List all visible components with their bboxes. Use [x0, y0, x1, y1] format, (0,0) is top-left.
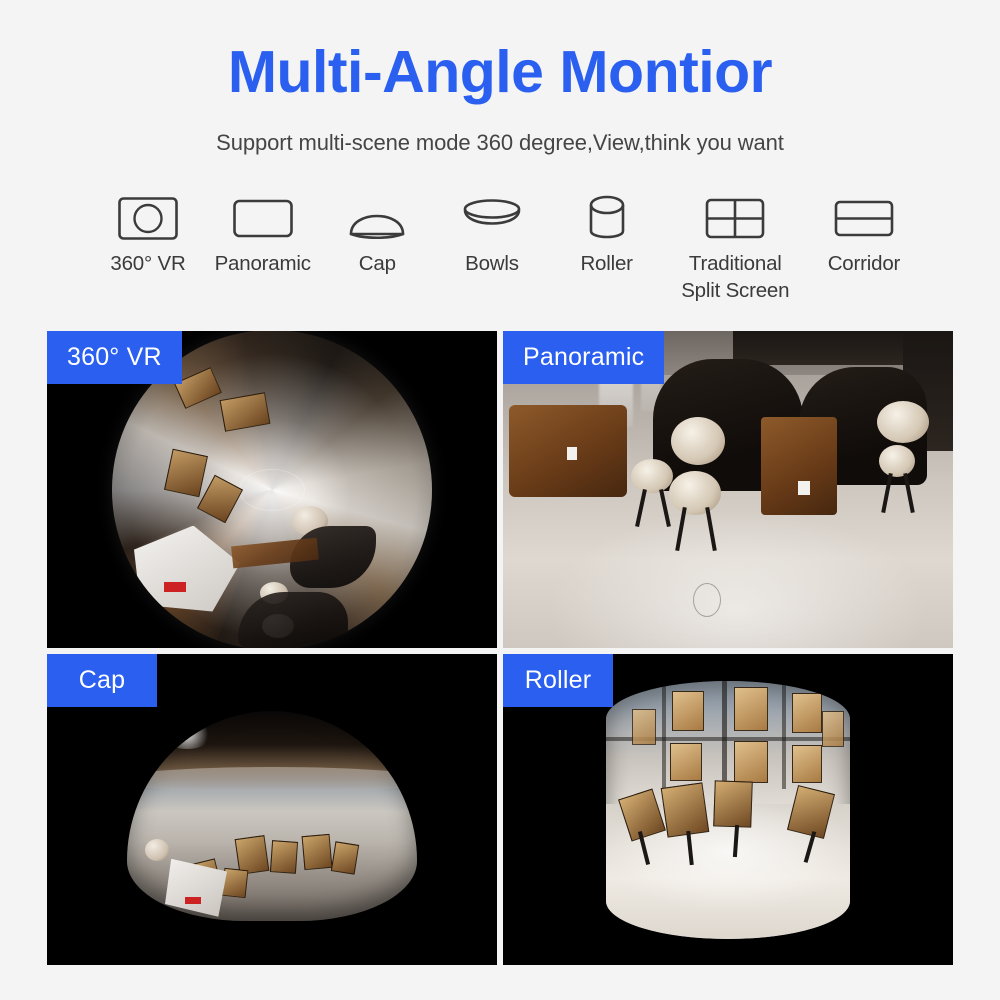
preview-panel-360-vr[interactable]: 360° VR	[47, 331, 497, 648]
mode-label: Corridor	[827, 252, 901, 275]
roller-tile	[734, 686, 768, 731]
roller-chair	[660, 781, 710, 838]
roller-tile	[792, 692, 822, 733]
fisheye-center-ring	[239, 468, 305, 511]
preview-panel-panoramic[interactable]: Panoramic	[503, 331, 953, 648]
mode-item-bowls[interactable]: Bowls	[440, 192, 544, 277]
roller-tile	[822, 710, 844, 747]
preview-panel-grid: 360° VR Panoramic Cap Roller	[47, 331, 953, 965]
panel-badge: Panoramic	[503, 331, 665, 384]
cap-counter	[165, 858, 227, 917]
roller-frame-line	[722, 680, 727, 797]
roller-tile	[734, 740, 768, 783]
mode-list: 360° VR Panoramic Cap Bowls Roller Tradi…	[96, 192, 916, 304]
cap-table	[145, 838, 169, 861]
pano-upper-structure	[733, 331, 913, 365]
mode-item-roller[interactable]: Roller	[555, 192, 659, 277]
dome-icon	[346, 192, 408, 244]
split-rect-icon	[833, 192, 895, 244]
cap-highlight	[161, 718, 213, 749]
mode-item-panoramic[interactable]: Panoramic	[211, 192, 315, 277]
pano-wall-card	[798, 481, 810, 495]
bowl-icon	[461, 192, 523, 244]
roller-tile	[672, 690, 704, 731]
cap-chair	[330, 841, 360, 875]
pano-wall-card	[567, 447, 577, 460]
panel-badge: Roller	[503, 654, 613, 707]
pano-floor-mark	[693, 583, 721, 617]
rounded-rect-icon	[232, 192, 294, 244]
preview-panel-cap[interactable]: Cap	[47, 654, 497, 965]
pano-table	[879, 445, 915, 477]
cap-chair	[269, 839, 299, 874]
mode-item-traditional-split-screen[interactable]: Traditional Split Screen	[669, 192, 801, 304]
cap-logo	[185, 896, 201, 904]
roller-chair	[713, 779, 753, 828]
page-subtitle: Support multi-scene mode 360 degree,View…	[216, 130, 784, 155]
roller-tile	[632, 708, 656, 745]
cap-chair	[301, 833, 333, 870]
pano-table	[631, 459, 673, 493]
rect-with-circle-icon	[117, 192, 179, 244]
mode-label: Bowls	[465, 252, 519, 275]
pano-wood-bench	[761, 417, 837, 515]
mode-item-corridor[interactable]: Corridor	[812, 192, 916, 277]
pano-table	[669, 471, 721, 515]
roller-tile	[792, 744, 822, 783]
mode-item-360-vr[interactable]: 360° VR	[96, 192, 200, 277]
roller-frame-line	[662, 680, 666, 789]
roller-projection	[606, 680, 850, 939]
mode-label: Traditional Split Screen	[681, 252, 790, 303]
mode-item-cap[interactable]: Cap	[325, 192, 429, 277]
roller-tile	[670, 742, 702, 781]
panel-badge: Cap	[47, 654, 157, 707]
panel-badge: 360° VR	[47, 331, 182, 384]
mode-label: 360° VR	[110, 252, 186, 275]
cylinder-icon	[576, 192, 638, 244]
fisheye-logo	[164, 581, 186, 592]
promo-page: Multi-Angle Montior Support multi-scene …	[0, 0, 1000, 1000]
page-title: Multi-Angle Montior	[227, 39, 773, 105]
mode-label: Cap	[358, 252, 396, 275]
mode-label: Roller	[580, 252, 633, 275]
roller-frame-line	[782, 680, 786, 789]
cap-band	[127, 766, 417, 793]
quad-grid-icon	[704, 192, 766, 244]
preview-panel-roller[interactable]: Roller	[503, 654, 953, 965]
mode-label: Panoramic	[214, 252, 311, 275]
cap-projection	[127, 710, 417, 921]
pano-table	[877, 401, 929, 443]
pano-table	[671, 417, 725, 465]
